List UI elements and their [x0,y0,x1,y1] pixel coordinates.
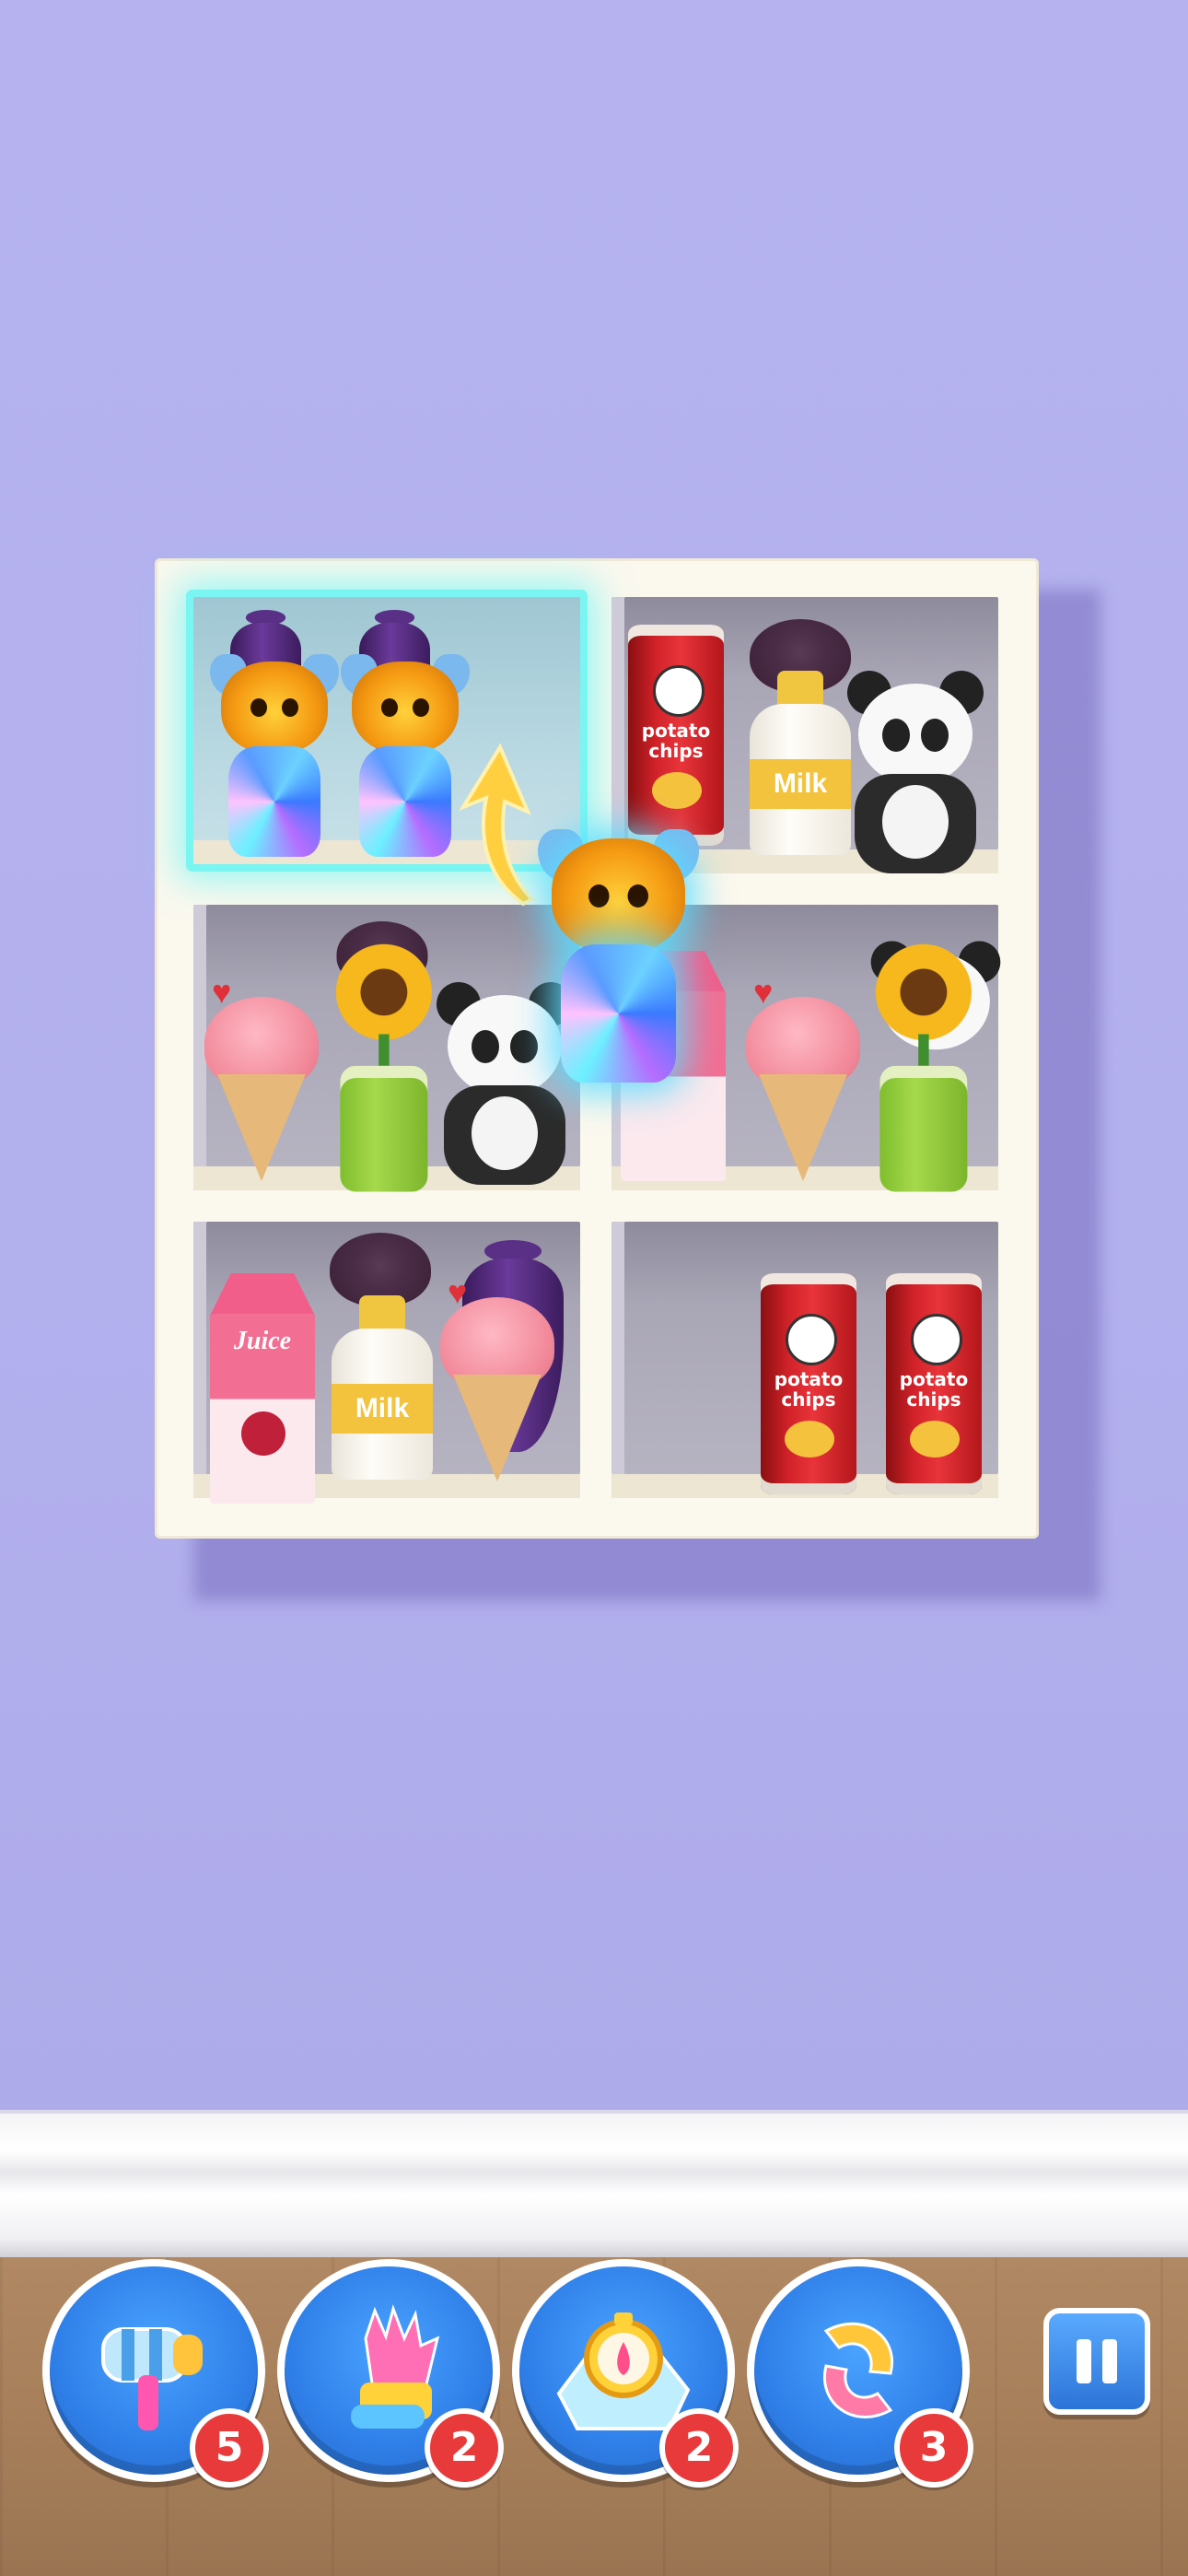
milk-bottle[interactable]: Milk [332,1295,433,1480]
shuffle-booster-button[interactable]: 3 [747,2259,973,2488]
milk-label: Milk [332,1384,433,1434]
sunflower-jar[interactable] [330,938,438,1192]
freeze-count-badge: 2 [659,2408,739,2488]
chips-label: potato chips [899,1368,969,1411]
milk-bottle[interactable]: Milk [750,671,851,855]
pause-icon [1077,2339,1091,2383]
hammer-booster-button[interactable]: 5 [42,2259,269,2488]
glove-booster-button[interactable]: 2 [277,2259,504,2488]
chips-mascot-icon [786,1314,837,1365]
shuffle-count-badge: 3 [894,2408,973,2488]
glove-count-badge: 2 [425,2408,504,2488]
pause-button[interactable] [1043,2308,1150,2415]
milk-label: Milk [750,759,851,809]
chips-can[interactable]: potato chips [886,1273,982,1494]
pause-icon-bar [1102,2339,1117,2383]
juice-label: Juice [233,1327,292,1355]
chips-mascot-icon [653,665,705,717]
chips-can[interactable]: potato chips [628,625,724,846]
ice-cream-cone[interactable]: ♥ [440,1276,554,1481]
sunflower-icon [869,938,978,1047]
crystal-dog[interactable] [210,654,339,857]
baseboard [0,2110,1188,2261]
panda-toy[interactable] [842,671,989,873]
crystal-dog-selected[interactable] [538,829,699,1083]
sunflower-jar[interactable] [869,938,978,1192]
sunflower-icon [330,938,438,1047]
chips-label: potato chips [774,1368,844,1411]
pomegranate-icon [241,1411,285,1456]
chips-label: potato chips [641,720,711,762]
shelf-cell-middle-left[interactable]: ♥ [193,905,580,1192]
juice-carton[interactable]: Juice [210,1273,315,1504]
shelf-cell-bottom-right[interactable]: potato chips potato chips [611,1222,998,1498]
chips-can[interactable]: potato chips [761,1273,856,1494]
shelf-cell-bottom-left[interactable]: Juice Milk ♥ [193,1222,580,1504]
move-arrow-icon [459,743,536,907]
ice-cream-cone[interactable]: ♥ [204,976,319,1181]
freeze-booster-button[interactable]: 2 [512,2259,739,2488]
ice-cream-cone[interactable]: ♥ [746,976,860,1181]
hammer-count-badge: 5 [190,2408,269,2488]
chips-mascot-icon [911,1314,962,1365]
